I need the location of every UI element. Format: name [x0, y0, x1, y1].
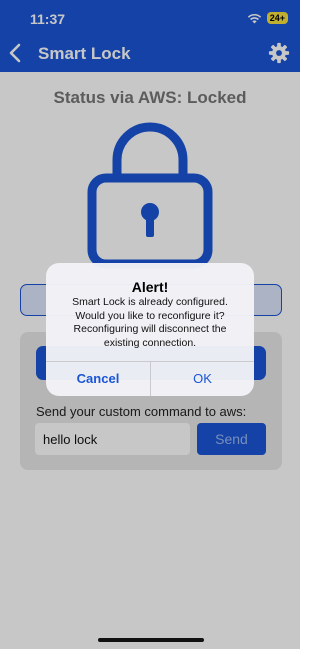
alert-message: Smart Lock is already configured. Would …: [72, 296, 228, 349]
home-indicator[interactable]: [98, 638, 204, 642]
alert-cancel-button[interactable]: Cancel: [46, 361, 150, 396]
alert-dialog: Alert! Smart Lock is already configured.…: [46, 263, 254, 396]
alert-title: Alert!: [131, 279, 169, 295]
alert-ok-button[interactable]: OK: [151, 361, 254, 396]
